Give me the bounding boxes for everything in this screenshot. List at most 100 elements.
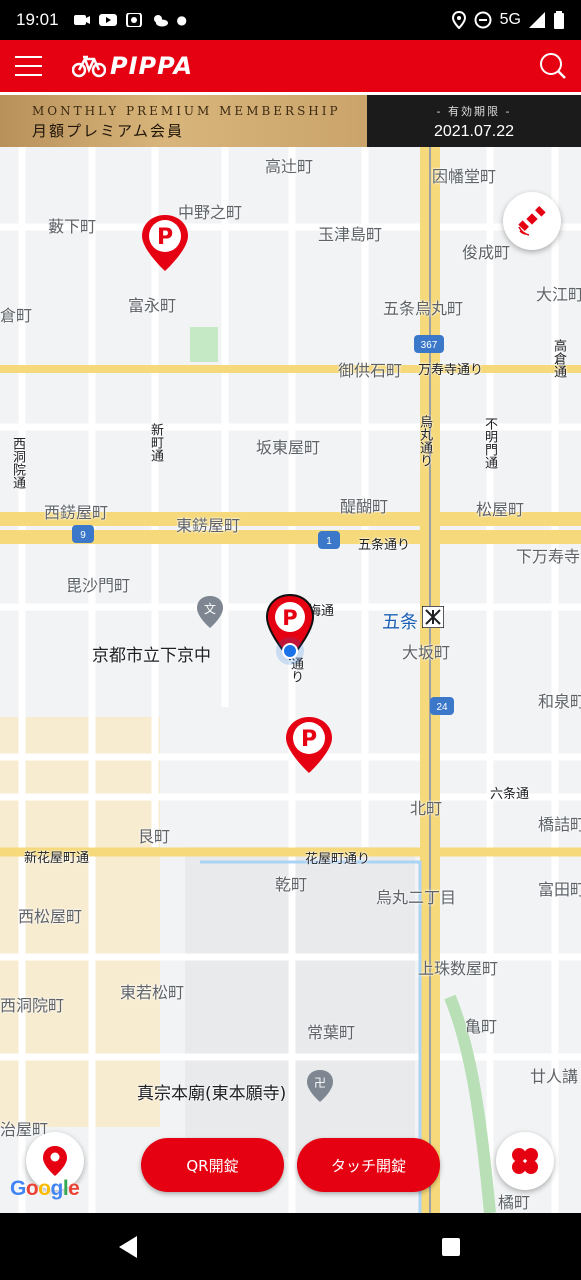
map-label: 烏丸二丁目 <box>376 888 457 907</box>
map-view[interactable]: 367 9 1 24 高辻町 因幡堂町 中野之町 藪下町 玉津島町 俊成町 富永… <box>0 147 581 1213</box>
temple-poi-icon[interactable]: 卍 <box>306 1069 334 1103</box>
map-label: 新町通 <box>148 423 163 462</box>
touch-unlock-button[interactable]: タッチ開錠 <box>297 1138 440 1192</box>
map-label: 亀町 <box>465 1017 498 1036</box>
map-label: 艮町 <box>138 827 171 846</box>
map-label: 倉町 <box>0 306 33 325</box>
pippa-logo: PIPPA <box>72 40 193 92</box>
logo-text: PIPPA <box>110 52 194 80</box>
map-label: 常葉町 <box>307 1023 356 1042</box>
menu-grid-button[interactable] <box>496 1132 554 1190</box>
map-label: 西松屋町 <box>18 907 83 926</box>
map-label: 大江町 <box>536 285 581 304</box>
search-button[interactable] <box>525 40 581 92</box>
map-label: 俊成町 <box>462 243 511 262</box>
map-label: 富田町 <box>538 880 581 899</box>
map-label: 西錺屋町 <box>44 503 109 522</box>
svg-text:24: 24 <box>436 702 448 713</box>
map-label: 藪下町 <box>48 217 97 236</box>
map-label: 毘沙門町 <box>66 576 131 595</box>
map-label: 橘町 <box>498 1193 531 1212</box>
map-label: 坂東屋町 <box>256 438 321 457</box>
map-label: 高倉通 <box>551 339 566 378</box>
parking-pin[interactable]: P <box>140 213 190 273</box>
search-icon <box>540 53 566 79</box>
svg-text:367: 367 <box>421 340 438 351</box>
back-icon[interactable] <box>117 1235 139 1259</box>
map-label: 東錺屋町 <box>176 516 241 535</box>
map-label: 廿人講 <box>530 1067 579 1086</box>
route-shield-24: 24 <box>430 697 454 715</box>
map-label: 西洞院通 <box>10 437 25 489</box>
membership-title-ja: 月額プレミアム会員 <box>32 122 184 140</box>
weather-icon <box>153 15 168 27</box>
svg-text:卍: 卍 <box>314 1076 326 1090</box>
map-label-school: 京都市立下京中 <box>92 646 211 666</box>
map-label: 上珠数屋町 <box>418 959 499 978</box>
school-poi-icon[interactable]: 文 <box>196 595 224 629</box>
map-label: 烏丸通り <box>417 415 432 467</box>
map-label: 因幡堂町 <box>432 167 497 186</box>
map-label: 新花屋町通 <box>24 851 90 866</box>
svg-text:1: 1 <box>326 536 332 547</box>
map-label: 五条通り <box>358 538 411 553</box>
youtube-icon <box>98 14 117 26</box>
map-label: 松屋町 <box>476 500 525 519</box>
menu-line <box>14 74 42 76</box>
network-type: 5G <box>499 11 521 28</box>
svg-text:P: P <box>157 225 173 250</box>
current-location-marker <box>282 643 298 659</box>
route-shield-1: 1 <box>318 531 340 549</box>
battery-icon <box>554 11 564 29</box>
map-label: 万寿寺通り <box>418 363 484 378</box>
expiry-label: - 有効期限 - <box>436 105 512 118</box>
map-label: 東若松町 <box>120 983 185 1002</box>
expiry-date: 2021.07.22 <box>433 123 515 140</box>
membership-plan: MONTHLY PREMIUM MEMBERSHIP 月額プレミアム会員 <box>0 95 367 147</box>
location-pin-icon <box>43 1146 67 1176</box>
satellite-toggle-button[interactable] <box>503 192 561 250</box>
map-label-temple: 真宗本廟(東本願寺) <box>137 1084 287 1104</box>
google-logo: Google <box>10 1177 80 1200</box>
svg-text:9: 9 <box>80 530 86 541</box>
map-park <box>190 327 218 362</box>
home-button[interactable] <box>442 1238 460 1256</box>
route-shield-367: 367 <box>414 335 444 353</box>
status-bar: 19:01 ● 5G <box>0 0 581 40</box>
menu-line <box>14 56 42 58</box>
membership-banner: MONTHLY PREMIUM MEMBERSHIP 月額プレミアム会員 - 有… <box>0 95 581 147</box>
parking-pin[interactable]: P <box>284 715 334 775</box>
map-label: 乾町 <box>275 875 308 894</box>
map-label: 玉津島町 <box>318 225 383 244</box>
svg-text:P: P <box>301 727 317 752</box>
app-icon <box>125 13 142 27</box>
clover-icon <box>512 1148 538 1174</box>
map-label: 高辻町 <box>265 157 314 176</box>
bicycle-logo-icon <box>72 55 106 78</box>
do-not-disturb-icon <box>474 11 492 29</box>
map-label: 西洞院町 <box>0 996 65 1015</box>
map-label: 六条通 <box>490 787 530 802</box>
location-icon <box>451 11 466 29</box>
menu-line <box>14 65 42 67</box>
map-label: 大坂町 <box>402 643 451 662</box>
notification-icon <box>73 15 90 25</box>
qr-unlock-button[interactable]: QR開錠 <box>141 1138 284 1192</box>
hamburger-menu-button[interactable] <box>0 40 56 92</box>
svg-text:文: 文 <box>204 601 216 616</box>
map-label: 御供石町 <box>338 361 403 380</box>
signal-icon <box>529 12 545 28</box>
route-shield-9: 9 <box>72 525 94 543</box>
map-label-station: 五条 <box>382 612 418 633</box>
satellite-icon <box>518 206 546 236</box>
app-header: PIPPA <box>0 40 581 92</box>
map-label: 富永町 <box>128 296 177 315</box>
map-label: 下万寿寺 <box>516 547 581 566</box>
map-label: 橋詰町 <box>538 815 581 834</box>
map-label: 不明門通 <box>482 417 497 469</box>
subway-station-icon[interactable] <box>422 606 444 628</box>
map-label: 北町 <box>410 799 443 818</box>
map-label: 和泉町 <box>538 692 581 711</box>
system-nav-bar <box>0 1213 581 1280</box>
more-notifications-dot: ● <box>176 13 188 27</box>
